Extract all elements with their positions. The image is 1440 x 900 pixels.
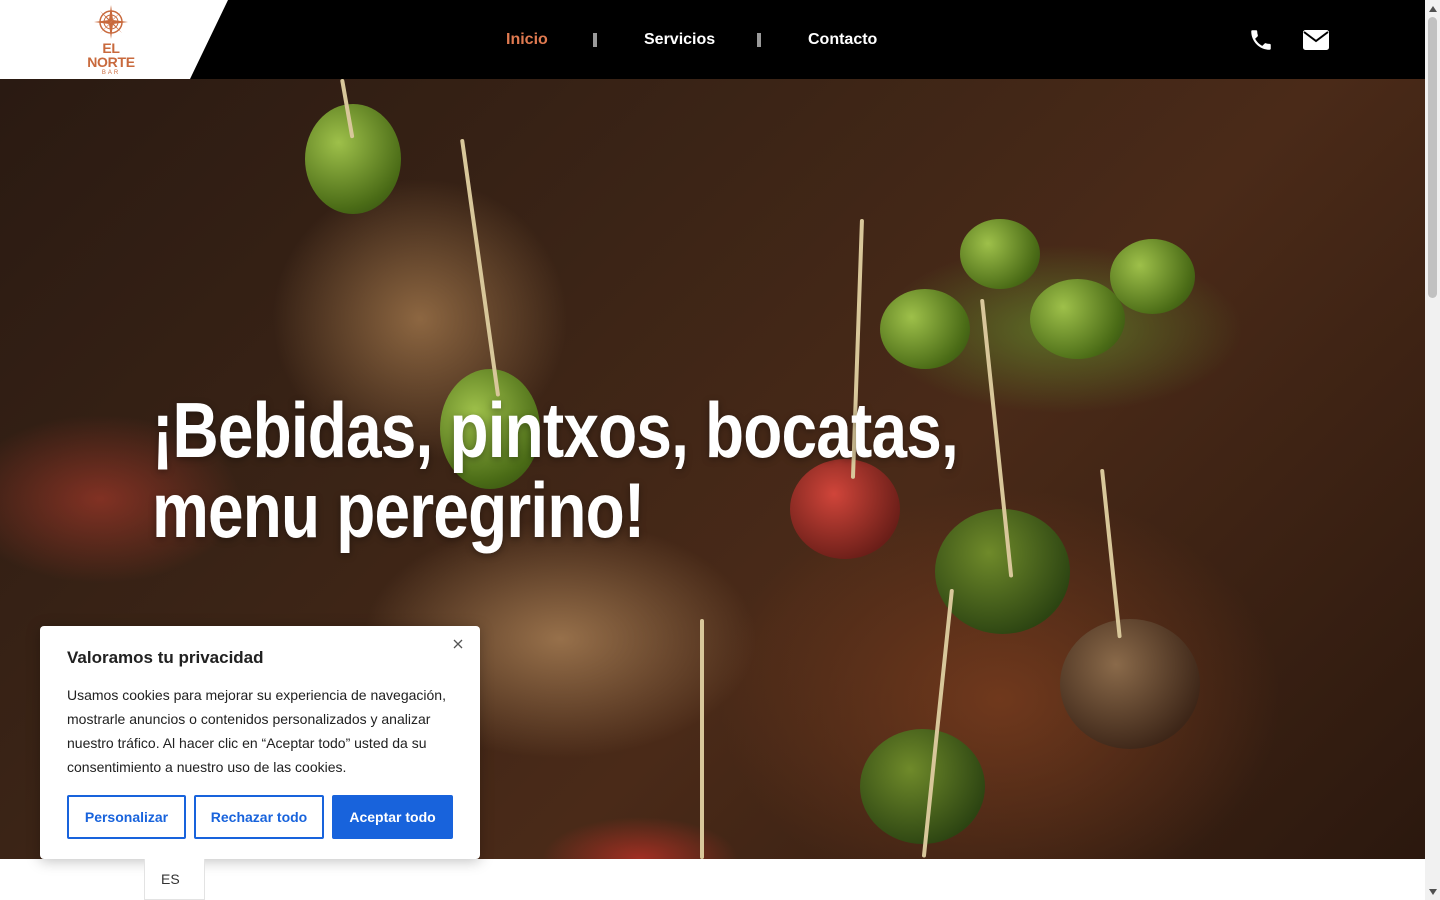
hero-title: ¡Bebidas, pintxos, bocatas, menu peregri… <box>152 386 959 554</box>
page-scrollbar[interactable] <box>1425 0 1440 900</box>
site-logo[interactable]: EL NORTE BAR <box>80 4 142 76</box>
site-header: EL NORTE BAR Inicio Servicios Contacto <box>0 0 1425 79</box>
scrollbar-thumb[interactable] <box>1428 17 1437 298</box>
cookie-consent-banner: Valoramos tu privacidad Usamos cookies p… <box>40 626 480 859</box>
close-icon[interactable] <box>450 636 466 652</box>
nav-item-contacto[interactable]: Contacto <box>808 29 877 51</box>
logo-brand-text: EL NORTE <box>87 40 135 70</box>
nav-separator <box>757 33 761 47</box>
nav-item-servicios[interactable]: Servicios <box>644 29 715 51</box>
language-current: ES <box>161 871 180 887</box>
reject-all-button[interactable]: Rechazar todo <box>194 795 324 839</box>
compass-icon <box>94 5 128 39</box>
language-switcher[interactable]: ES <box>144 859 205 900</box>
cookie-description: Usamos cookies para mejorar su experienc… <box>67 687 446 775</box>
nav-separator <box>593 33 597 47</box>
cookie-title: Valoramos tu privacidad <box>67 648 264 667</box>
scroll-down-arrow-icon[interactable] <box>1428 887 1437 896</box>
envelope-icon[interactable] <box>1303 27 1329 53</box>
phone-icon[interactable] <box>1248 27 1274 53</box>
accept-all-button[interactable]: Aceptar todo <box>332 795 453 839</box>
nav-item-inicio[interactable]: Inicio <box>506 29 548 51</box>
scroll-up-arrow-icon[interactable] <box>1428 4 1437 13</box>
logo-sub-text: BAR <box>101 70 121 76</box>
customize-button[interactable]: Personalizar <box>67 795 186 839</box>
